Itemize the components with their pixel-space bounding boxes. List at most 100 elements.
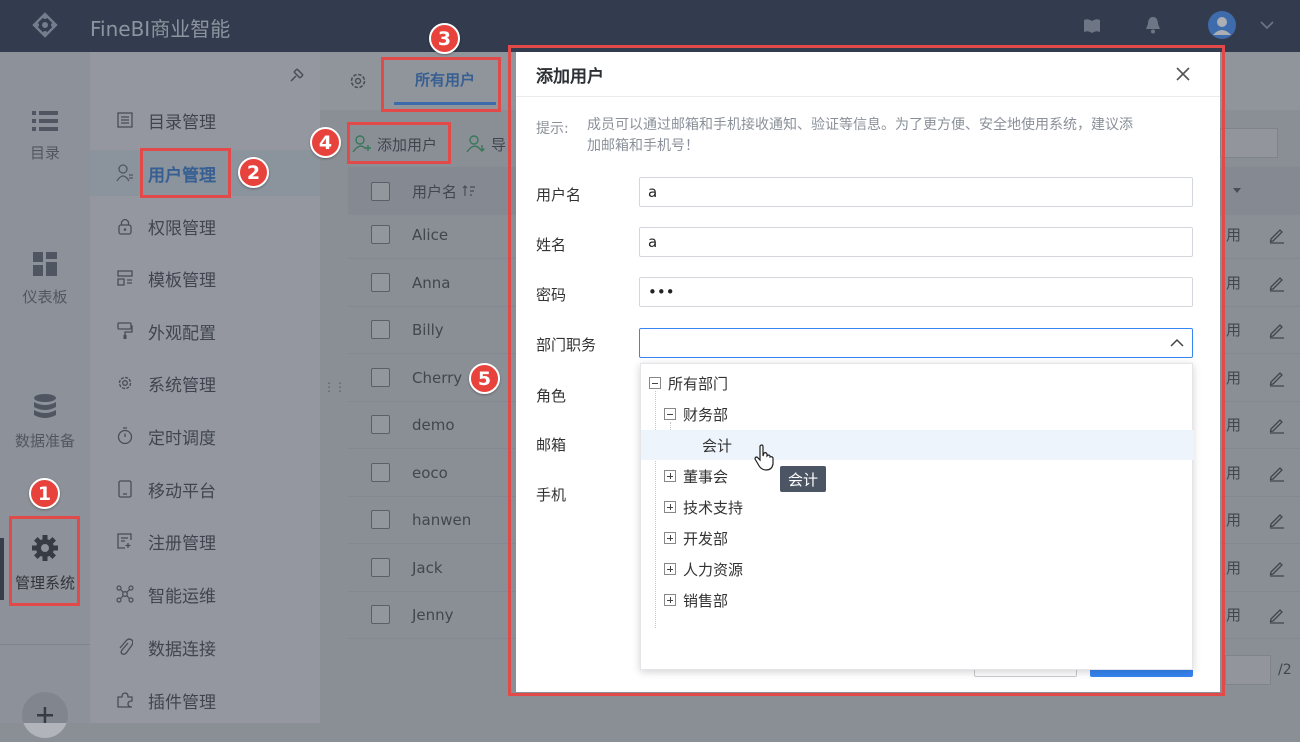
- rail-label: 数据准备: [14, 432, 75, 450]
- close-icon[interactable]: [1175, 66, 1191, 82]
- menu-label: 移动平台: [148, 481, 216, 502]
- menu-item-schedule[interactable]: 定时调度: [90, 413, 320, 459]
- username-cell: Anna: [412, 273, 451, 292]
- row-checkbox[interactable]: [371, 463, 390, 482]
- tree-node-label: 董事会: [683, 467, 729, 486]
- tooltip-text: 会计: [787, 470, 818, 489]
- edit-icon[interactable]: [1268, 274, 1286, 292]
- menu-item-mobile[interactable]: 移动平台: [90, 466, 320, 512]
- expand-icon[interactable]: [664, 470, 676, 482]
- dept-tree-dropdown: 所有部门 财务部 会计 董事会 技术支持 开发部 人力资源 销售部: [640, 363, 1194, 670]
- gear-icon: [116, 374, 134, 392]
- add-user-button[interactable]: 添加用户: [352, 130, 447, 158]
- menu-item-register[interactable]: 注册管理: [90, 518, 320, 564]
- import-button[interactable]: 导: [466, 130, 506, 158]
- username-field[interactable]: a: [639, 177, 1193, 207]
- app-title: FineBI商业智能: [90, 17, 231, 41]
- page-input[interactable]: [1225, 655, 1271, 685]
- tree-node-label: 销售部: [683, 591, 729, 610]
- row-checkbox[interactable]: [371, 415, 390, 434]
- edit-icon[interactable]: [1268, 369, 1286, 387]
- bell-icon[interactable]: [1145, 16, 1161, 34]
- menu-item-system[interactable]: 系统管理: [90, 360, 320, 406]
- username-cell: Jenny: [412, 605, 454, 624]
- tree-node-hr[interactable]: 人力资源: [664, 554, 743, 584]
- menu-item-permissions[interactable]: 权限管理: [90, 203, 320, 249]
- mobile-icon: [116, 480, 134, 498]
- page-total: /2: [1278, 662, 1292, 678]
- expand-icon[interactable]: [664, 532, 676, 544]
- menu-label: 权限管理: [148, 218, 216, 239]
- caret-down-icon[interactable]: [1232, 187, 1242, 195]
- menu-item-data-connection[interactable]: 数据连接: [90, 624, 320, 670]
- row-checkbox[interactable]: [371, 558, 390, 577]
- menu-item-appearance[interactable]: 外观配置: [90, 308, 320, 354]
- collapse-icon[interactable]: [664, 408, 676, 420]
- menu-label: 插件管理: [148, 692, 216, 713]
- name-field[interactable]: a: [639, 227, 1193, 257]
- tree-node-label: 技术支持: [683, 498, 744, 517]
- edit-icon[interactable]: [1268, 559, 1286, 577]
- tree-node-label: 开发部: [683, 529, 729, 548]
- edit-icon[interactable]: [1268, 321, 1286, 339]
- dept-select[interactable]: [639, 328, 1193, 358]
- row-checkbox[interactable]: [371, 605, 390, 624]
- row-checkbox[interactable]: [371, 273, 390, 292]
- plus-icon: [37, 707, 53, 723]
- rail-item-admin[interactable]: 管理系统: [0, 534, 90, 593]
- column-username: 用户名: [412, 182, 458, 201]
- edit-icon[interactable]: [1268, 226, 1286, 244]
- expand-icon[interactable]: [664, 501, 676, 513]
- tree-node-board[interactable]: 董事会: [664, 461, 728, 491]
- edit-icon[interactable]: [1268, 464, 1286, 482]
- row-status: 用: [1226, 321, 1242, 339]
- expand-icon[interactable]: [664, 563, 676, 575]
- edit-icon[interactable]: [1268, 416, 1286, 434]
- menu-item-catalog[interactable]: 目录管理: [90, 97, 320, 143]
- username-cell: eoco: [412, 463, 448, 482]
- collapse-icon[interactable]: [649, 377, 661, 389]
- rail-item-catalog[interactable]: 目录: [0, 110, 90, 163]
- chevron-up-icon[interactable]: [1170, 338, 1184, 348]
- rail-item-dashboard[interactable]: 仪表板: [0, 252, 90, 307]
- menu-label: 定时调度: [148, 428, 216, 449]
- select-all-checkbox[interactable]: [371, 181, 390, 201]
- timer-icon: [116, 427, 134, 445]
- settings-icon[interactable]: [349, 72, 367, 90]
- row-checkbox[interactable]: [371, 320, 390, 339]
- expand-icon[interactable]: [664, 594, 676, 606]
- menu-item-templates[interactable]: 模板管理: [90, 255, 320, 301]
- tree-node-accountant[interactable]: 会计: [702, 430, 732, 460]
- rail-label: 仪表板: [22, 288, 68, 306]
- row-checkbox[interactable]: [371, 225, 390, 244]
- row-status: 用: [1226, 416, 1242, 434]
- tree-node-dev[interactable]: 开发部: [664, 523, 728, 553]
- phone-label: 手机: [536, 486, 567, 504]
- add-button[interactable]: [22, 692, 68, 738]
- search-input[interactable]: [1220, 128, 1278, 158]
- sort-icon[interactable]: [462, 184, 476, 198]
- row-status: 用: [1226, 559, 1242, 577]
- menu-item-users[interactable]: 用户管理: [90, 150, 320, 196]
- password-field[interactable]: •••: [639, 277, 1193, 307]
- chevron-down-icon[interactable]: [1260, 20, 1274, 30]
- book-icon[interactable]: [1083, 18, 1101, 34]
- resize-handle[interactable]: ⋮⋮: [323, 380, 346, 394]
- menu-item-plugins[interactable]: 插件管理: [90, 677, 320, 723]
- tree-guide: [655, 391, 656, 628]
- menu-item-ops[interactable]: 智能运维: [90, 571, 320, 617]
- row-checkbox[interactable]: [371, 368, 390, 387]
- avatar[interactable]: [1208, 11, 1236, 39]
- rail-item-data-prep[interactable]: 数据准备: [0, 394, 90, 451]
- tab-all-users[interactable]: 所有用户: [394, 52, 496, 106]
- row-checkbox[interactable]: [371, 510, 390, 529]
- row-status: 用: [1226, 369, 1242, 387]
- edit-icon[interactable]: [1268, 511, 1286, 529]
- tree-node-tech-support[interactable]: 技术支持: [664, 492, 743, 522]
- edit-icon[interactable]: [1268, 606, 1286, 624]
- tree-node-sales[interactable]: 销售部: [664, 585, 728, 615]
- pin-icon[interactable]: [288, 66, 306, 84]
- list-icon: [32, 111, 58, 131]
- tree-node-finance[interactable]: 财务部: [664, 399, 728, 429]
- tree-node-root[interactable]: 所有部门: [649, 368, 728, 398]
